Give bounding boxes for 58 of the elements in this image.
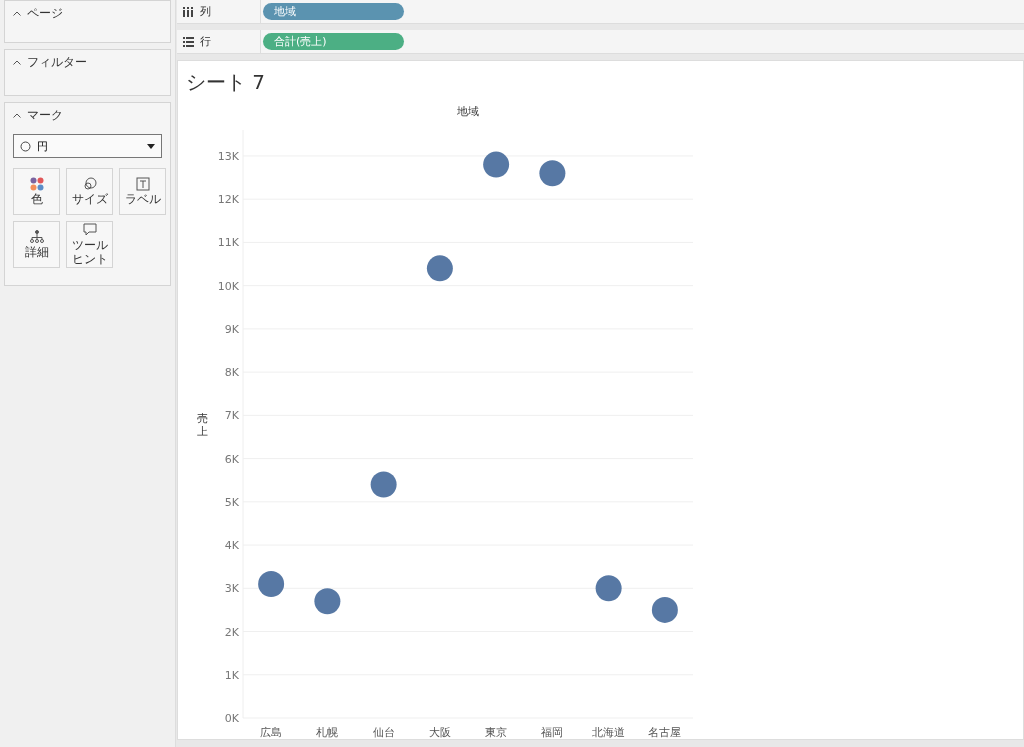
- axis-title: 上: [196, 425, 208, 438]
- category-label: 広島: [260, 726, 283, 739]
- category-label: 大阪: [428, 726, 451, 739]
- category-label: 北海道: [592, 726, 626, 739]
- data-point: [426, 255, 453, 282]
- category-label: 仙台: [372, 726, 395, 739]
- tick-label: 8K: [224, 366, 239, 380]
- color-dots-icon: [29, 176, 44, 191]
- mark-property-button[interactable]: ツールヒント: [66, 221, 113, 268]
- rows-icon: [183, 36, 194, 47]
- collapse-caret-icon[interactable]: [13, 60, 21, 65]
- tick-label: 12K: [217, 193, 239, 207]
- caret-icon: [147, 143, 155, 149]
- category-label: 名古屋: [648, 726, 682, 739]
- axis-title: 売: [196, 412, 208, 425]
- tick-label: 3K: [224, 582, 239, 596]
- mark-property-button[interactable]: 詳細: [13, 221, 60, 268]
- data-point: [651, 596, 678, 623]
- circle-icon: [20, 140, 31, 152]
- mark-property-button[interactable]: 色: [13, 168, 60, 215]
- tick-label: 0K: [224, 712, 239, 725]
- tick-label: 1K: [224, 668, 239, 682]
- tick-label: 2K: [224, 625, 239, 639]
- speech-bubble-icon: [82, 222, 97, 237]
- category-label: 札幌: [316, 726, 339, 739]
- data-point: [314, 588, 341, 615]
- size-icon: [82, 176, 97, 191]
- tick-label: 10K: [217, 279, 239, 293]
- category-label: 東京: [485, 726, 508, 739]
- data-point: [483, 151, 510, 178]
- mark-property-button[interactable]: ラベル: [119, 168, 166, 215]
- mark-type-dropdown[interactable]: 円: [13, 134, 162, 158]
- tick-label: 13K: [217, 149, 239, 163]
- card-title[interactable]: マーク: [27, 107, 63, 124]
- sheet-title: シート 7: [186, 69, 267, 96]
- data-point: [258, 570, 285, 597]
- columns-icon: [183, 6, 194, 17]
- category-label: 福岡: [541, 726, 564, 739]
- shelf-label-text: 行: [200, 34, 211, 49]
- tick-label: 7K: [224, 409, 239, 423]
- card-title[interactable]: ページ: [27, 5, 63, 22]
- collapse-caret-icon[interactable]: [13, 11, 21, 16]
- mark-type-value: 円: [37, 138, 49, 154]
- data-point: [539, 160, 566, 187]
- hierarchy-icon: [29, 229, 44, 244]
- data-point: [370, 471, 397, 498]
- tick-label: 11K: [217, 236, 239, 250]
- axis-title: 地域: [457, 105, 479, 118]
- collapse-caret-icon[interactable]: [13, 113, 21, 118]
- text-icon: [135, 176, 150, 191]
- tick-label: 5K: [224, 495, 239, 509]
- shelf-label-text: 列: [200, 4, 211, 19]
- mark-property-button[interactable]: サイズ: [66, 168, 113, 215]
- data-point: [595, 575, 622, 602]
- tick-label: 4K: [224, 539, 239, 553]
- card-title[interactable]: フィルター: [27, 54, 87, 71]
- tick-label: 6K: [224, 452, 239, 466]
- tick-label: 9K: [224, 322, 239, 336]
